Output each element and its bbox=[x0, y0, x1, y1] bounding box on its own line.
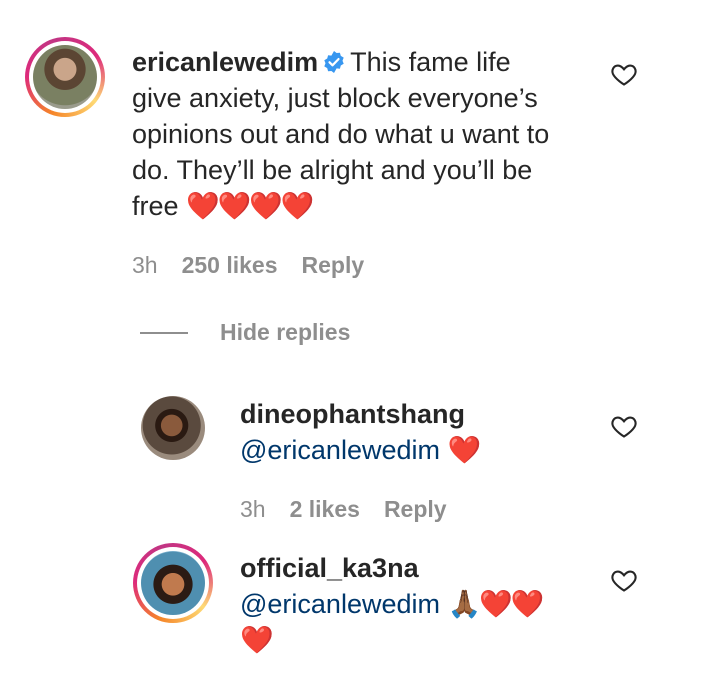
avatar-official-ka3na[interactable] bbox=[133, 543, 213, 623]
reply-button[interactable]: Reply bbox=[384, 496, 447, 523]
reply-body: dineophantshang @ericanlewedim ❤️ bbox=[240, 396, 600, 468]
like-heart-icon[interactable] bbox=[610, 412, 638, 440]
avatar-image bbox=[33, 45, 97, 109]
heart-emoji: ❤️ bbox=[240, 625, 274, 655]
verified-badge-icon bbox=[324, 51, 344, 73]
avatar-image bbox=[141, 551, 205, 615]
reply-username[interactable]: dineophantshang bbox=[240, 396, 600, 432]
like-heart-icon[interactable] bbox=[610, 566, 638, 594]
comment-text-line: opinions out and do what u want to bbox=[132, 119, 550, 149]
comment-time: 3h bbox=[132, 252, 158, 278]
avatar-ericanlewedim[interactable] bbox=[25, 37, 105, 117]
comment-text-line: This fame life bbox=[350, 47, 511, 77]
likes-count[interactable]: 250 likes bbox=[182, 252, 278, 279]
comment-username[interactable]: ericanlewedim bbox=[132, 47, 318, 77]
hide-replies-button[interactable]: Hide replies bbox=[220, 319, 350, 346]
emoji-group: 🙏🏾❤️❤️ bbox=[447, 589, 545, 619]
comment-text-line: free bbox=[132, 191, 179, 221]
comment-text-line: give anxiety, just block everyone’s bbox=[132, 83, 538, 113]
reply-button[interactable]: Reply bbox=[302, 252, 365, 279]
mention-link[interactable]: @ericanlewedim bbox=[240, 589, 440, 619]
comment-body: ericanlewedim This fame life give anxiety… bbox=[132, 44, 602, 224]
heart-emoji: ❤️ bbox=[447, 435, 482, 465]
reply-body: official_ka3na @ericanlewedim 🙏🏾❤️❤️ ❤️ bbox=[240, 550, 600, 658]
heart-emoji: ❤️❤️❤️❤️ bbox=[186, 191, 314, 221]
reply-username[interactable]: official_ka3na bbox=[240, 550, 600, 586]
like-heart-icon[interactable] bbox=[610, 60, 638, 88]
reply-meta: 3h 2 likes Reply bbox=[240, 496, 447, 523]
replies-divider bbox=[140, 332, 188, 334]
reply-time: 3h bbox=[240, 496, 266, 522]
likes-count[interactable]: 2 likes bbox=[290, 496, 360, 523]
comment-meta: 3h 250 likes Reply bbox=[132, 252, 364, 279]
mention-link[interactable]: @ericanlewedim bbox=[240, 435, 440, 465]
comment-text-line: do. They’ll be alright and you’ll be bbox=[132, 155, 533, 185]
avatar-dineophantshang[interactable] bbox=[141, 396, 205, 460]
